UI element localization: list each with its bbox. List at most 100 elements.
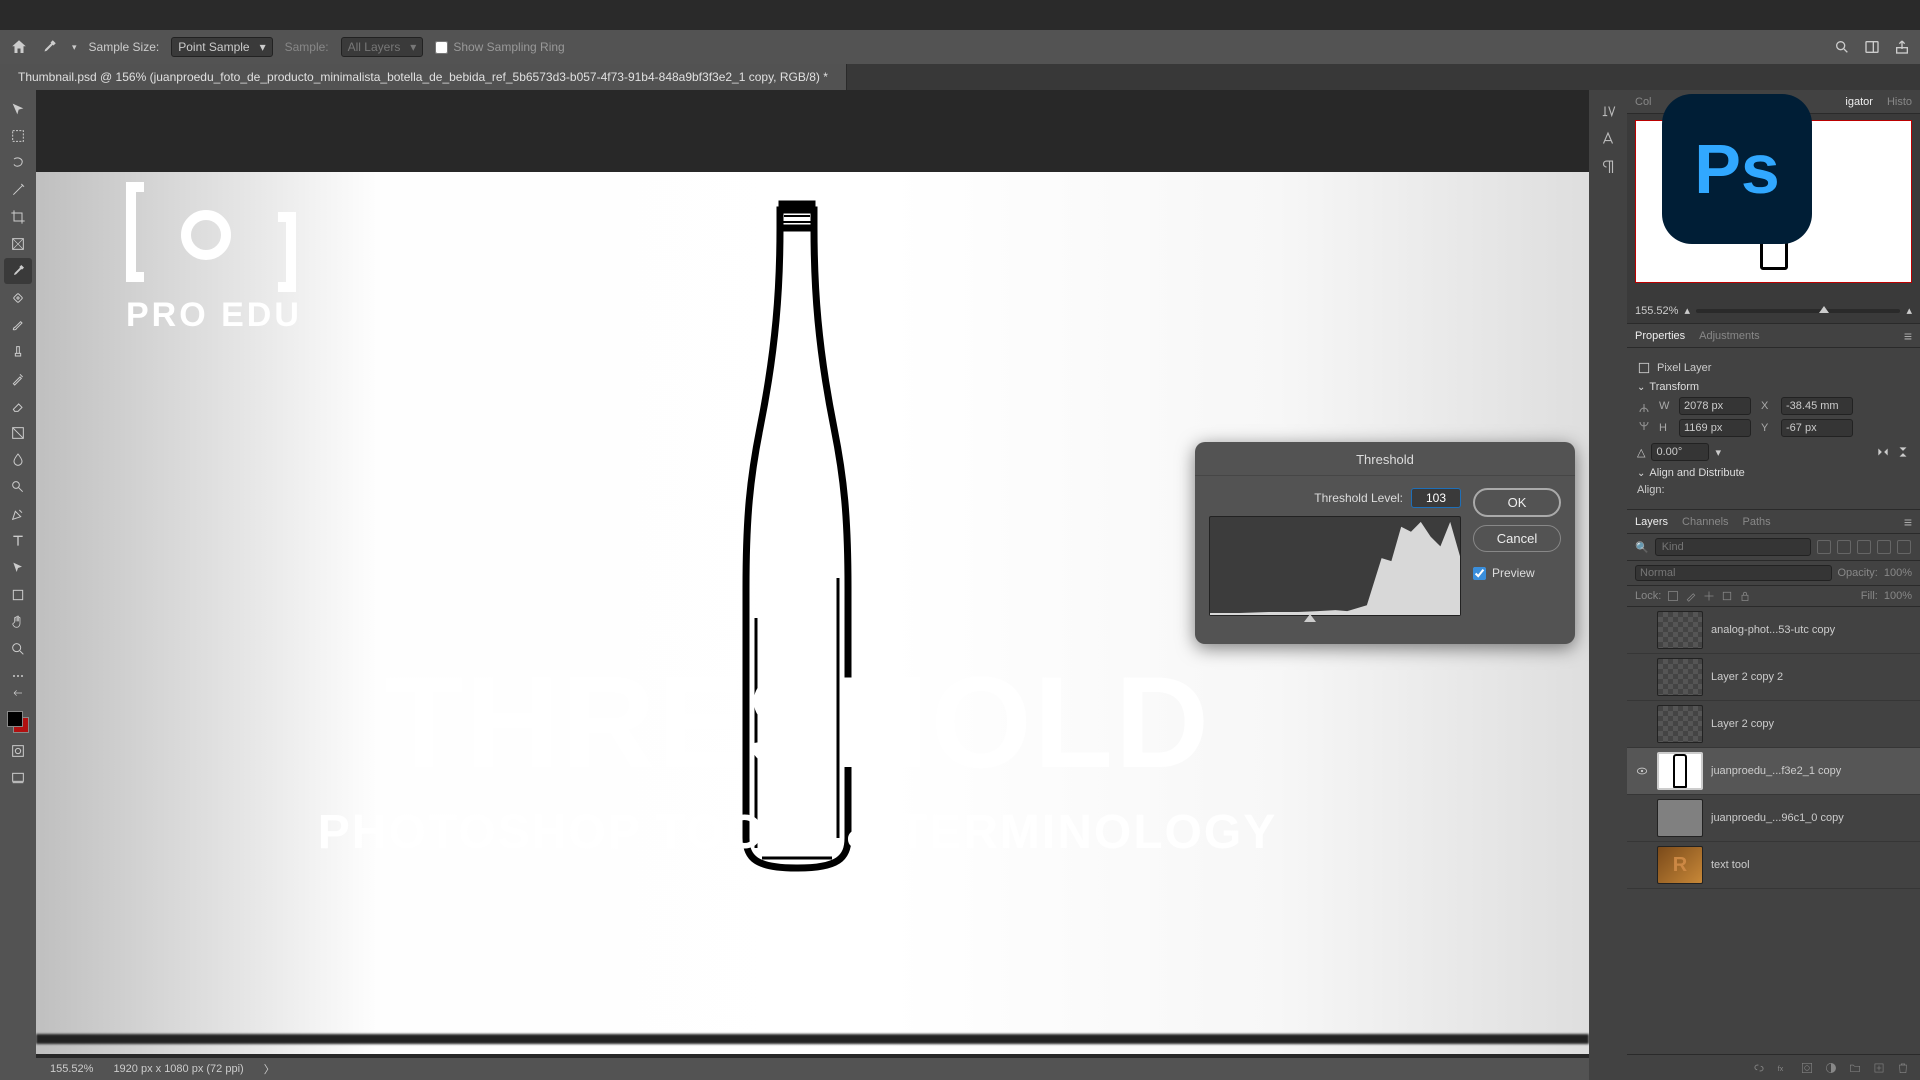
gradient-tool[interactable] xyxy=(4,420,32,446)
zoom-in-icon[interactable]: ▴ xyxy=(1906,304,1912,317)
layer-thumbnail[interactable]: R xyxy=(1657,846,1703,884)
tab-histogram[interactable]: Histo xyxy=(1887,96,1912,108)
tab-paths[interactable]: Paths xyxy=(1743,516,1771,528)
paragraph-icon[interactable] xyxy=(1599,158,1617,176)
ok-button[interactable]: OK xyxy=(1473,488,1561,517)
layer-name[interactable]: text tool xyxy=(1711,859,1912,871)
layer-name[interactable]: Layer 2 copy xyxy=(1711,718,1912,730)
visibility-toggle[interactable] xyxy=(1635,811,1649,825)
layer-name[interactable]: juanproedu_...f3e2_1 copy xyxy=(1711,765,1912,777)
layers-menu-icon[interactable]: ≡ xyxy=(1904,514,1912,530)
layer-row[interactable]: R text tool xyxy=(1627,842,1920,889)
navigator-zoom-slider[interactable] xyxy=(1696,309,1901,313)
color-swatch[interactable] xyxy=(7,711,29,733)
tab-channels[interactable]: Channels xyxy=(1682,516,1728,528)
panel-menu-icon[interactable]: ≡ xyxy=(1904,328,1912,344)
brush-tool[interactable] xyxy=(4,312,32,338)
opacity-value[interactable]: 100% xyxy=(1884,567,1912,579)
adjustment-icon[interactable] xyxy=(1824,1061,1838,1075)
layer-thumbnail[interactable] xyxy=(1657,658,1703,696)
mask-icon[interactable] xyxy=(1800,1061,1814,1075)
swap-colors-icon[interactable] xyxy=(4,690,32,704)
threshold-level-input[interactable] xyxy=(1411,488,1461,508)
blend-mode-select[interactable]: Normal xyxy=(1635,565,1832,581)
layer-row[interactable]: Layer 2 copy xyxy=(1627,701,1920,748)
layer-thumbnail[interactable] xyxy=(1657,611,1703,649)
fill-value[interactable]: 100% xyxy=(1884,590,1912,602)
type-tool[interactable] xyxy=(4,528,32,554)
glyphs-icon[interactable] xyxy=(1599,102,1617,120)
marquee-tool[interactable] xyxy=(4,123,32,149)
status-doc-size[interactable]: 1920 px x 1080 px (72 ppi) xyxy=(113,1063,243,1075)
tab-color[interactable]: Col xyxy=(1635,96,1652,108)
share-icon[interactable] xyxy=(1894,39,1910,55)
eyedropper-tool[interactable] xyxy=(4,258,32,284)
frame-tool[interactable] xyxy=(4,231,32,257)
layer-name[interactable]: analog-phot...53-utc copy xyxy=(1711,624,1912,636)
lock-artboard-icon[interactable] xyxy=(1721,590,1733,602)
new-layer-icon[interactable] xyxy=(1872,1061,1886,1075)
link-layers-icon[interactable] xyxy=(1752,1061,1766,1075)
trash-icon[interactable] xyxy=(1896,1061,1910,1075)
y-field[interactable] xyxy=(1781,419,1853,437)
layer-name[interactable]: Layer 2 copy 2 xyxy=(1711,671,1912,683)
align-section[interactable]: Align and Distribute xyxy=(1637,467,1910,479)
sample-size-select[interactable]: Point Sample xyxy=(171,37,272,57)
layer-row[interactable]: analog-phot...53-utc copy xyxy=(1627,607,1920,654)
layer-row[interactable]: Layer 2 copy 2 xyxy=(1627,654,1920,701)
tool-preset-dropdown[interactable]: ▾ xyxy=(72,42,77,53)
stamp-tool[interactable] xyxy=(4,339,32,365)
zoom-tool[interactable] xyxy=(4,636,32,662)
visibility-toggle[interactable] xyxy=(1635,623,1649,637)
transform-section[interactable]: Transform xyxy=(1637,381,1910,393)
threshold-slider[interactable] xyxy=(1209,616,1461,630)
angle-field[interactable] xyxy=(1651,443,1709,461)
preview-checkbox[interactable]: Preview xyxy=(1473,566,1561,580)
cancel-button[interactable]: Cancel xyxy=(1473,525,1561,552)
filter-type-icons[interactable] xyxy=(1817,540,1911,554)
layer-row[interactable]: juanproedu_...96c1_0 copy xyxy=(1627,795,1920,842)
document-tab[interactable]: Thumbnail.psd @ 156% (juanproedu_foto_de… xyxy=(0,64,847,90)
zoom-out-icon[interactable]: ▴ xyxy=(1684,304,1690,317)
foreground-color[interactable] xyxy=(7,711,23,727)
blur-tool[interactable] xyxy=(4,447,32,473)
status-arrow-icon[interactable]: 〉 xyxy=(264,1061,275,1077)
tab-navigator[interactable]: igator xyxy=(1845,96,1873,108)
tab-layers[interactable]: Layers xyxy=(1635,516,1668,528)
visibility-toggle[interactable] xyxy=(1635,670,1649,684)
lock-all-icon[interactable] xyxy=(1739,590,1751,602)
workspace-icon[interactable] xyxy=(1864,39,1880,55)
fx-icon[interactable]: fx xyxy=(1776,1061,1790,1075)
tab-adjustments[interactable]: Adjustments xyxy=(1699,330,1760,342)
layer-row[interactable]: juanproedu_...f3e2_1 copy xyxy=(1627,748,1920,795)
eraser-tool[interactable] xyxy=(4,393,32,419)
eyedropper-tool-icon[interactable] xyxy=(40,38,58,56)
screen-mode-icon[interactable] xyxy=(4,765,32,791)
layer-thumbnail[interactable] xyxy=(1657,799,1703,837)
path-select-tool[interactable] xyxy=(4,555,32,581)
flip-h-icon[interactable] xyxy=(1876,445,1890,459)
dodge-tool[interactable] xyxy=(4,474,32,500)
home-icon[interactable] xyxy=(10,38,28,56)
show-sampling-ring-checkbox[interactable]: Show Sampling Ring xyxy=(435,40,564,54)
hand-tool[interactable] xyxy=(4,609,32,635)
threshold-dialog[interactable]: Threshold Threshold Level: xyxy=(1195,442,1575,644)
layer-thumbnail[interactable] xyxy=(1657,752,1703,790)
character-icon[interactable] xyxy=(1599,130,1617,148)
navigator-zoom-value[interactable]: 155.52% xyxy=(1635,305,1678,317)
lasso-tool[interactable] xyxy=(4,150,32,176)
edit-toolbar[interactable] xyxy=(4,663,32,689)
angle-dropdown[interactable]: ▾ xyxy=(1715,446,1721,459)
layer-name[interactable]: juanproedu_...96c1_0 copy xyxy=(1711,812,1912,824)
status-zoom[interactable]: 155.52% xyxy=(50,1063,93,1075)
history-brush-tool[interactable] xyxy=(4,366,32,392)
healing-tool[interactable] xyxy=(4,285,32,311)
flip-v-icon[interactable] xyxy=(1896,445,1910,459)
pen-tool[interactable] xyxy=(4,501,32,527)
visibility-toggle[interactable] xyxy=(1635,717,1649,731)
lock-position-icon[interactable] xyxy=(1703,590,1715,602)
group-icon[interactable] xyxy=(1848,1061,1862,1075)
width-field[interactable] xyxy=(1679,397,1751,415)
quick-mask-icon[interactable] xyxy=(4,738,32,764)
tab-properties[interactable]: Properties xyxy=(1635,330,1685,342)
